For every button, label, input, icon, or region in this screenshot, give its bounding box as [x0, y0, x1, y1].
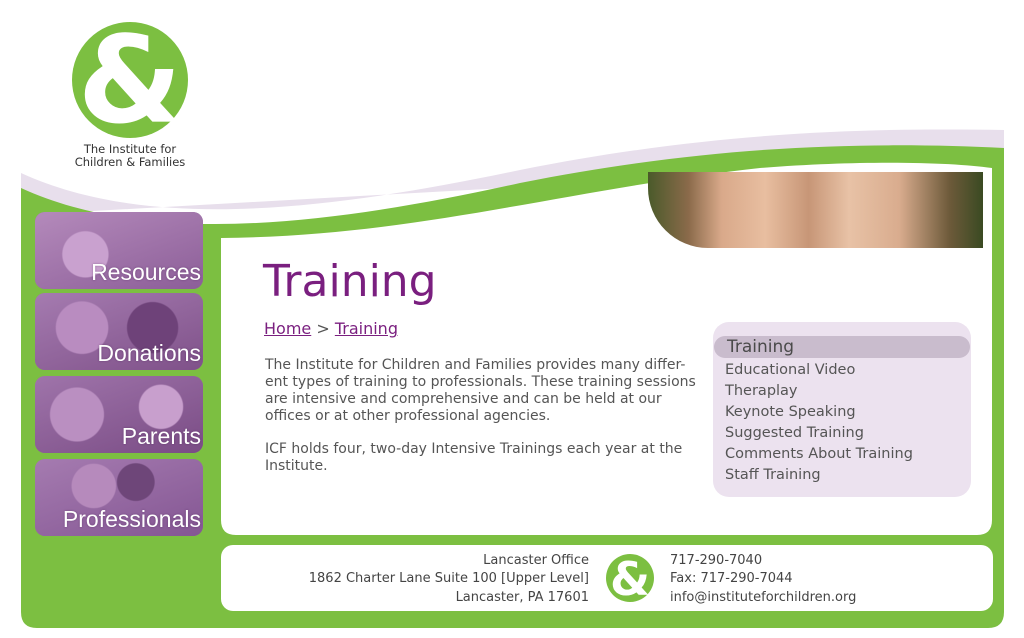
- svg-text:&: &: [610, 553, 650, 603]
- svg-text:&: &: [78, 22, 183, 142]
- footer-office-name: Lancaster Office: [483, 553, 589, 568]
- nav-label: Resources: [91, 259, 201, 285]
- nav-label: Parents: [121, 423, 201, 449]
- header-photo: [648, 172, 983, 248]
- nav-donations[interactable]: Donations: [35, 293, 203, 370]
- breadcrumb-home-link[interactable]: Home: [264, 319, 311, 338]
- breadcrumb: Home > Training: [264, 319, 398, 338]
- nav-resources[interactable]: Resources: [35, 212, 203, 289]
- nav-label: Donations: [97, 340, 201, 366]
- footer-fax: Fax: 717-290-7044: [670, 571, 793, 586]
- footer-address-line2: Lancaster, PA 17601: [455, 590, 589, 605]
- footer-logo-icon: &: [606, 553, 654, 603]
- nav-professionals[interactable]: Professionals: [35, 459, 203, 536]
- submenu-item-staff-training[interactable]: Staff Training: [725, 467, 821, 483]
- breadcrumb-current-link[interactable]: Training: [335, 319, 398, 338]
- nav-label: Professionals: [62, 506, 201, 532]
- submenu-item-educational-video[interactable]: Educational Video: [725, 362, 855, 378]
- nav-parents[interactable]: Parents: [35, 376, 203, 453]
- ampersand-logo-icon: &: [72, 22, 188, 142]
- breadcrumb-separator: >: [316, 319, 330, 338]
- trainings-paragraph: ICF holds four, two-day Intensive Traini…: [265, 441, 683, 474]
- page-title: Training: [263, 256, 437, 307]
- submenu-item-suggested-training[interactable]: Suggested Training: [725, 425, 864, 441]
- footer-address-line1: 1862 Charter Lane Suite 100 [Upper Level…: [308, 571, 589, 586]
- submenu-item-training[interactable]: Training: [727, 337, 794, 357]
- submenu-item-theraplay[interactable]: Theraplay: [725, 383, 798, 399]
- footer-phone: 717-290-7040: [670, 553, 763, 568]
- org-name: The Institute for Children & Families: [74, 142, 186, 169]
- submenu-item-keynote-speaking[interactable]: Keynote Speaking: [725, 404, 856, 420]
- footer-email-link[interactable]: info@instituteforchildren.org: [670, 590, 856, 605]
- intro-paragraph: The Institute for Children and Families …: [265, 357, 696, 424]
- submenu-item-comments[interactable]: Comments About Training: [725, 446, 913, 462]
